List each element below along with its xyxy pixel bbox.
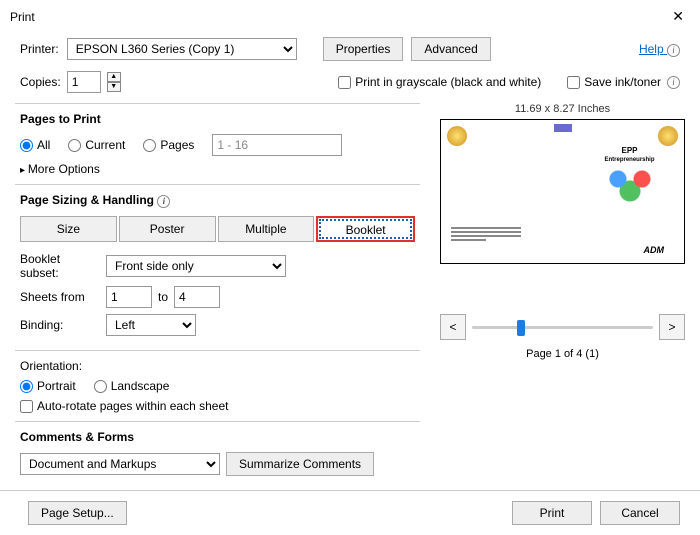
preview-adm: ADM bbox=[644, 245, 665, 255]
info-icon[interactable]: i bbox=[667, 76, 680, 89]
sizing-section: Page Sizing & Handling i Size Poster Mul… bbox=[15, 184, 420, 350]
booklet-button[interactable]: Booklet bbox=[316, 216, 415, 242]
printer-select[interactable]: EPSON L360 Series (Copy 1) bbox=[67, 38, 297, 60]
help-icon: i bbox=[667, 44, 680, 57]
prev-page-button[interactable]: < bbox=[440, 314, 466, 340]
sizing-title: Page Sizing & Handling i bbox=[20, 193, 415, 208]
binding-label: Binding: bbox=[20, 318, 100, 332]
sheets-from-input[interactable] bbox=[106, 286, 152, 308]
advanced-button[interactable]: Advanced bbox=[411, 37, 490, 61]
multiple-button[interactable]: Multiple bbox=[218, 216, 315, 242]
help-link[interactable]: Help i bbox=[639, 42, 680, 57]
landscape-radio[interactable]: Landscape bbox=[94, 379, 170, 393]
title-bar: Print ✕ bbox=[0, 0, 700, 31]
cancel-button[interactable]: Cancel bbox=[600, 501, 680, 525]
comments-select[interactable]: Document and Markups bbox=[20, 453, 220, 475]
printer-label: Printer: bbox=[20, 42, 59, 56]
summarize-button[interactable]: Summarize Comments bbox=[226, 452, 374, 476]
seal-icon bbox=[658, 126, 678, 146]
pages-current-radio[interactable]: Current bbox=[68, 138, 125, 152]
preview-doc-subtitle: Entrepreneurship bbox=[587, 157, 672, 163]
seal-icon bbox=[447, 126, 467, 146]
preview-dimensions: 11.69 x 8.27 Inches bbox=[440, 103, 685, 115]
subset-select[interactable]: Front side only bbox=[106, 255, 286, 277]
size-button[interactable]: Size bbox=[20, 216, 117, 242]
pages-range-input[interactable] bbox=[212, 134, 342, 156]
pages-all-radio[interactable]: All bbox=[20, 138, 50, 152]
orientation-title: Orientation: bbox=[20, 359, 415, 373]
subset-label: Booklet subset: bbox=[20, 252, 100, 280]
zoom-slider[interactable] bbox=[472, 317, 653, 337]
window-title: Print bbox=[10, 10, 35, 24]
slider-thumb[interactable] bbox=[517, 320, 525, 336]
poster-button[interactable]: Poster bbox=[119, 216, 216, 242]
sheets-to-input[interactable] bbox=[174, 286, 220, 308]
save-ink-checkbox[interactable]: Save ink/toner bbox=[567, 75, 661, 89]
copies-input[interactable] bbox=[67, 71, 101, 93]
properties-button[interactable]: Properties bbox=[323, 37, 404, 61]
footer: Page Setup... Print Cancel bbox=[0, 490, 700, 535]
preview-graphic bbox=[600, 167, 660, 207]
auto-rotate-checkbox[interactable]: Auto-rotate pages within each sheet bbox=[20, 399, 415, 413]
to-label: to bbox=[158, 290, 168, 304]
next-page-button[interactable]: > bbox=[659, 314, 685, 340]
staple-icon bbox=[554, 124, 572, 132]
copies-spinner[interactable]: ▲ ▼ bbox=[107, 72, 121, 92]
preview-doc-title: EPP bbox=[587, 146, 672, 155]
page-setup-button[interactable]: Page Setup... bbox=[28, 501, 127, 525]
spinner-down-icon[interactable]: ▼ bbox=[107, 82, 121, 92]
copies-label: Copies: bbox=[20, 75, 61, 89]
preview-pane: 11.69 x 8.27 Inches EPP Entrepreneurship… bbox=[430, 103, 685, 490]
binding-select[interactable]: Left bbox=[106, 314, 196, 336]
comments-title: Comments & Forms bbox=[20, 430, 415, 444]
sheets-from-label: Sheets from bbox=[20, 290, 100, 304]
portrait-radio[interactable]: Portrait bbox=[20, 379, 76, 393]
page-info: Page 1 of 4 (1) bbox=[440, 348, 685, 360]
pages-to-print-section: Pages to Print All Current Pages More Op… bbox=[15, 103, 420, 184]
more-options-toggle[interactable]: More Options bbox=[20, 162, 415, 176]
pages-title: Pages to Print bbox=[20, 112, 415, 126]
pages-range-radio[interactable]: Pages bbox=[143, 138, 194, 152]
printer-row: Printer: EPSON L360 Series (Copy 1) Prop… bbox=[0, 31, 700, 67]
print-button[interactable]: Print bbox=[512, 501, 592, 525]
grayscale-checkbox[interactable]: Print in grayscale (black and white) bbox=[338, 75, 541, 89]
orientation-section: Orientation: Portrait Landscape Auto-rot… bbox=[15, 350, 420, 421]
close-icon[interactable]: ✕ bbox=[666, 6, 690, 27]
info-icon[interactable]: i bbox=[157, 195, 170, 208]
preview-box: EPP Entrepreneurship ADM bbox=[440, 119, 685, 264]
comments-section: Comments & Forms Document and Markups Su… bbox=[15, 421, 420, 490]
copies-row: Copies: ▲ ▼ Print in grayscale (black an… bbox=[0, 67, 700, 103]
spinner-up-icon[interactable]: ▲ bbox=[107, 72, 121, 82]
preview-text-lines bbox=[451, 225, 521, 243]
